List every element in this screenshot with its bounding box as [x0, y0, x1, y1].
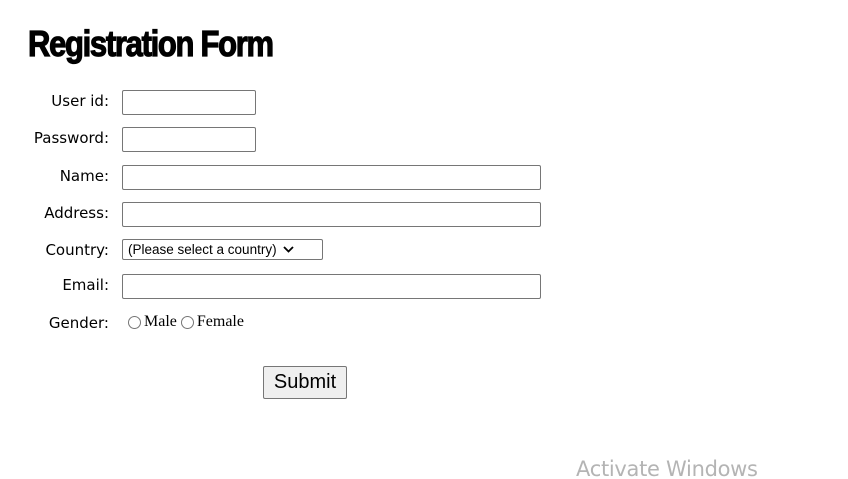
password-label: Password:: [33, 129, 109, 147]
gender-radio-group: Male Female: [128, 312, 248, 332]
email-input[interactable]: [122, 274, 541, 299]
user-id-label: User id:: [51, 92, 109, 110]
country-select[interactable]: (Please select a country): [122, 239, 323, 260]
chevron-down-icon: [282, 246, 294, 253]
email-label: Email:: [62, 276, 109, 294]
submit-button[interactable]: Submit: [263, 366, 347, 399]
name-label: Name:: [59, 167, 109, 185]
country-label: Country:: [45, 241, 109, 259]
gender-male-radio[interactable]: [128, 315, 141, 329]
gender-male-label[interactable]: Male: [144, 312, 177, 332]
name-input[interactable]: [122, 165, 541, 190]
user-id-input[interactable]: [122, 90, 256, 115]
address-label: Address:: [44, 204, 109, 222]
country-select-value: (Please select a country): [128, 242, 277, 257]
gender-female-label[interactable]: Female: [197, 312, 244, 332]
gender-label: Gender:: [48, 314, 109, 332]
activate-windows-watermark: Activate Windows: [576, 457, 758, 479]
page-title: Registration Form: [27, 22, 274, 64]
gender-female-radio[interactable]: [180, 315, 194, 329]
password-input[interactable]: [122, 127, 256, 152]
address-input[interactable]: [122, 202, 541, 227]
